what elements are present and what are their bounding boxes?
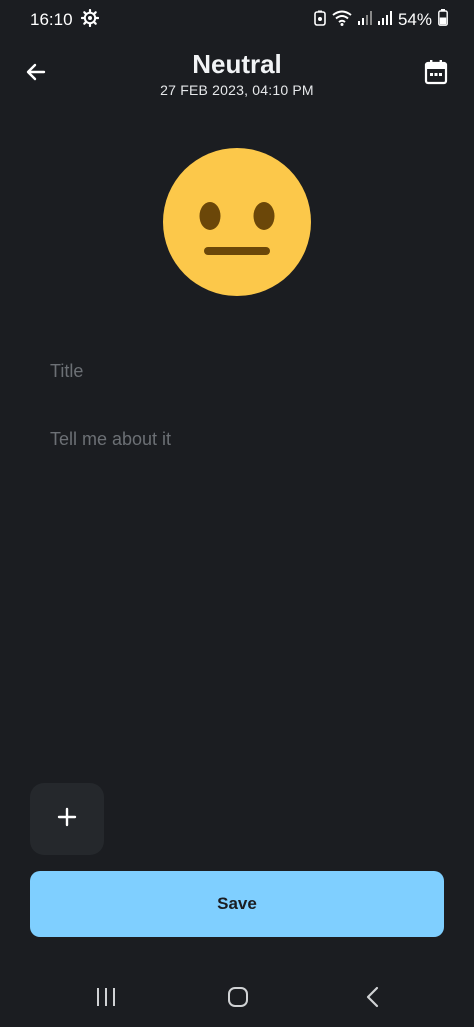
system-nav-bar	[0, 970, 474, 1027]
signal-icon	[357, 10, 372, 30]
status-bar: 16:10 54%	[0, 0, 474, 40]
save-button[interactable]: Save	[30, 871, 444, 937]
signal-icon	[377, 10, 392, 30]
calendar-button[interactable]	[418, 56, 454, 92]
recents-button[interactable]	[86, 984, 126, 1014]
settings-gear-icon	[80, 8, 99, 32]
status-time: 16:10	[30, 10, 73, 29]
plus-icon	[57, 807, 77, 832]
add-button[interactable]	[30, 783, 104, 855]
page-title: Neutral	[192, 49, 282, 79]
calendar-icon	[424, 59, 448, 90]
neutral-face-icon[interactable]	[163, 148, 311, 296]
status-left: 16:10	[30, 8, 99, 32]
alarm-icon	[314, 10, 326, 31]
back-icon	[365, 986, 379, 1013]
recents-icon	[95, 987, 117, 1012]
wifi-icon	[332, 10, 352, 31]
app-bar: Neutral 27 FEB 2023, 04:10 PM	[0, 44, 474, 108]
title-block: Neutral 27 FEB 2023, 04:10 PM	[0, 48, 474, 98]
status-right: 54%	[314, 9, 448, 31]
system-back-button[interactable]	[352, 984, 392, 1014]
battery-icon	[438, 9, 448, 31]
home-button[interactable]	[218, 984, 258, 1014]
title-input[interactable]	[50, 358, 430, 384]
description-input[interactable]	[50, 426, 430, 452]
home-icon	[227, 986, 249, 1013]
entry-date[interactable]: 27 FEB 2023, 04:10 PM	[0, 82, 474, 98]
battery-percent: 54%	[397, 10, 432, 29]
